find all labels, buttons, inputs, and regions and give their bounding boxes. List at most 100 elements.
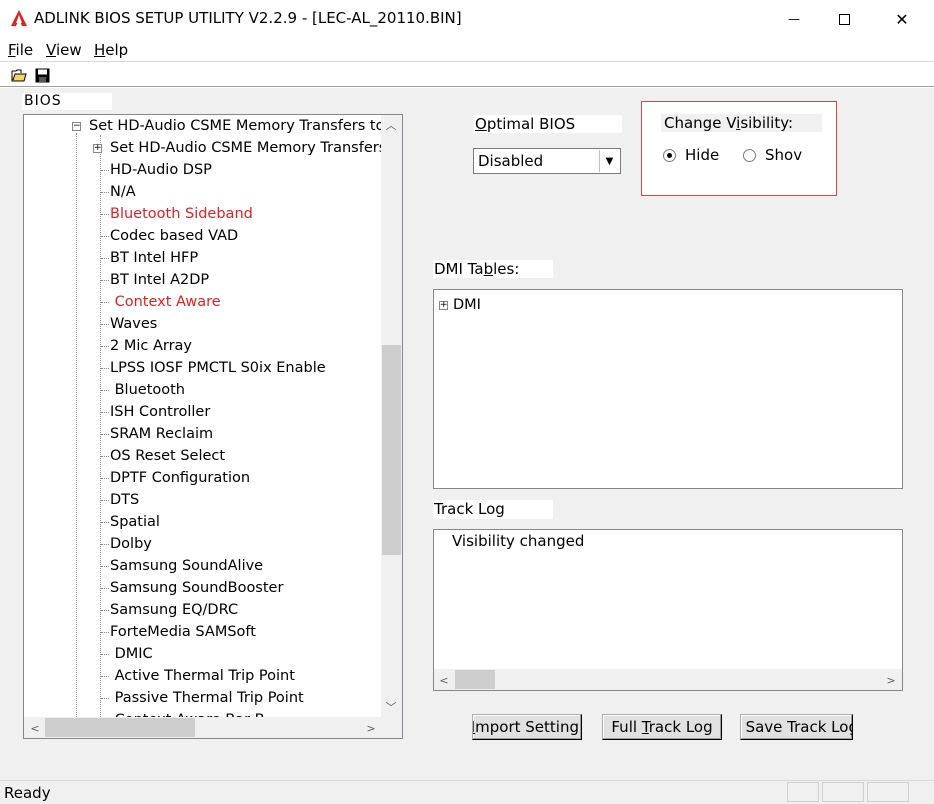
status-pane	[822, 782, 864, 802]
tree-item[interactable]: LPSS IOSF PMCTL S0ix Enable	[110, 357, 326, 379]
window-title: ADLINK BIOS SETUP UTILITY V2.2.9 - [LEC-…	[34, 9, 462, 27]
log-scroll-left-arrow-icon[interactable]: <	[434, 670, 454, 690]
track-log-hscrollbar[interactable]	[434, 669, 902, 690]
tree-item[interactable]: ISH Controller	[110, 401, 210, 423]
dmi-tree-item[interactable]: + DMI	[439, 297, 481, 313]
tree-item[interactable]: Spatial	[110, 511, 160, 533]
tree-branch-line	[101, 324, 109, 325]
scroll-down-arrow-icon[interactable]: ﹀	[381, 697, 401, 717]
maximize-button[interactable]	[821, 0, 867, 38]
menu-view-accel: V	[46, 41, 56, 59]
import-rest: mport Setting	[475, 718, 579, 736]
tree-item-label: Codec based VAD	[110, 228, 239, 244]
tree-item[interactable]: BT Intel HFP	[110, 247, 198, 269]
collapse-minus-icon[interactable]: −	[72, 122, 81, 131]
tree-item[interactable]: Bluetooth Sideband	[110, 203, 253, 225]
tree-item-label: Passive Thermal Trip Point	[110, 690, 304, 706]
log-scroll-right-arrow-icon[interactable]: >	[881, 670, 901, 690]
radio-show[interactable]: Shov	[743, 146, 831, 164]
expand-plus-icon[interactable]: +	[439, 300, 448, 310]
maximize-icon	[838, 13, 850, 25]
tree-item-label: DMIC	[110, 646, 153, 662]
tree-item[interactable]: Codec based VAD	[110, 225, 238, 247]
tree-item[interactable]: Set HD-Audio CSME Memory Transfers to	[89, 115, 384, 137]
dmi-tables-label: DMI Tables:	[433, 260, 553, 278]
radio-show-indicator[interactable]	[743, 148, 756, 162]
save-disk-icon	[35, 68, 49, 82]
tree-branch-line	[101, 632, 109, 633]
tree-item[interactable]: DMIC	[110, 643, 153, 665]
tree-item-label: Dolby	[110, 536, 152, 552]
minimize-icon: —	[788, 12, 800, 26]
radio-hide[interactable]: Hide	[663, 146, 719, 164]
track-log-hscroll-thumb[interactable]	[455, 670, 495, 689]
tree-item[interactable]: ForteMedia SAMSoft	[110, 621, 256, 643]
tree-item-label: HD-Audio DSP	[110, 162, 212, 178]
radio-hide-indicator[interactable]	[663, 148, 676, 162]
tree-item-label: Samsung SoundAlive	[110, 558, 264, 574]
tree-branch-line	[101, 302, 109, 303]
tree-item[interactable]: 2 Mic Array	[110, 335, 192, 357]
tree-item[interactable]: Samsung SoundBooster	[110, 577, 283, 599]
close-button[interactable]: ✕	[879, 0, 925, 38]
tree-item[interactable]: BT Intel A2DP	[110, 269, 209, 291]
tree-branch-line	[101, 478, 109, 479]
expand-plus-icon[interactable]: +	[93, 144, 102, 153]
tree-branch-line	[101, 610, 109, 611]
tree-item-label: N/A	[110, 184, 136, 200]
tree-item-label: Samsung SoundBooster	[110, 580, 284, 596]
menu-file[interactable]: File	[8, 41, 33, 59]
tree-item-label: LPSS IOSF PMCTL S0ix Enable	[110, 360, 326, 376]
tree-item[interactable]: Active Thermal Trip Point	[110, 665, 295, 687]
tree-item[interactable]: Context Aware	[110, 291, 221, 313]
menu-file-label: ile	[15, 41, 34, 59]
tree-branch-line	[101, 676, 109, 677]
scroll-up-arrow-icon[interactable]: ︿	[381, 115, 401, 135]
tree-item-label: Bluetooth	[110, 382, 185, 398]
visibility-label-pre: Change V	[664, 114, 737, 132]
tree-item[interactable]: N/A	[110, 181, 136, 203]
open-button[interactable]	[10, 66, 28, 84]
tree-item-label: DTS	[110, 492, 140, 508]
tree-branch-line	[101, 280, 109, 281]
bios-tree[interactable]: Set HD-Audio CSME Memory Transfers to − Se…	[23, 114, 403, 739]
tree-item[interactable]: DPTF Configuration	[110, 467, 250, 489]
tree-item[interactable]: OS Reset Select	[110, 445, 225, 467]
tree-item[interactable]: Set HD-Audio CSME Memory Transfers	[110, 137, 386, 159]
tree-item[interactable]: Samsung SoundAlive	[110, 555, 263, 577]
save-track-pre: Save Track Lo	[745, 718, 849, 736]
bios-tree-hscroll-thumb[interactable]	[45, 718, 195, 737]
scroll-left-arrow-icon[interactable]: <	[25, 718, 45, 738]
minimize-button[interactable]: —	[771, 0, 817, 38]
chevron-down-icon[interactable]: ▼	[599, 150, 619, 172]
track-log-box[interactable]	[433, 529, 903, 691]
bios-tree-vscroll-thumb[interactable]	[382, 345, 401, 555]
menu-help-accel: H	[94, 41, 106, 59]
tree-item[interactable]: Dolby	[110, 533, 152, 555]
full-track-log-button[interactable]: Full Track Log	[602, 714, 722, 740]
radio-show-label: Shov	[765, 146, 803, 164]
tree-guide-line	[76, 133, 77, 738]
status-pane	[787, 782, 819, 802]
tree-item[interactable]: SRAM Reclaim	[110, 423, 213, 445]
tree-item[interactable]: Waves	[110, 313, 157, 335]
save-button[interactable]	[33, 66, 51, 84]
tree-branch-line	[101, 192, 109, 193]
tree-item[interactable]: Samsung EQ/DRC	[110, 599, 238, 621]
scroll-right-arrow-icon[interactable]: >	[361, 718, 381, 738]
optimal-bios-label: Optimal BIOS	[473, 115, 622, 133]
menu-view[interactable]: View	[46, 41, 82, 59]
tree-guide-line	[100, 135, 101, 738]
menu-help[interactable]: Help	[94, 41, 128, 59]
save-track-log-button[interactable]: Save Track Log	[740, 714, 853, 740]
import-setting-button[interactable]: Import Setting	[472, 714, 582, 740]
optimal-bios-accel: O	[475, 115, 487, 133]
radio-hide-label: Hide	[685, 146, 720, 164]
tree-item[interactable]: DTS	[110, 489, 139, 511]
tree-item[interactable]: Bluetooth	[110, 379, 185, 401]
tree-item[interactable]: Passive Thermal Trip Point	[110, 687, 304, 709]
tree-item-label: Waves	[110, 316, 158, 332]
dmi-tree[interactable]	[433, 289, 903, 489]
visibility-label: Change Visibility:	[661, 114, 822, 132]
tree-item[interactable]: HD-Audio DSP	[110, 159, 212, 181]
